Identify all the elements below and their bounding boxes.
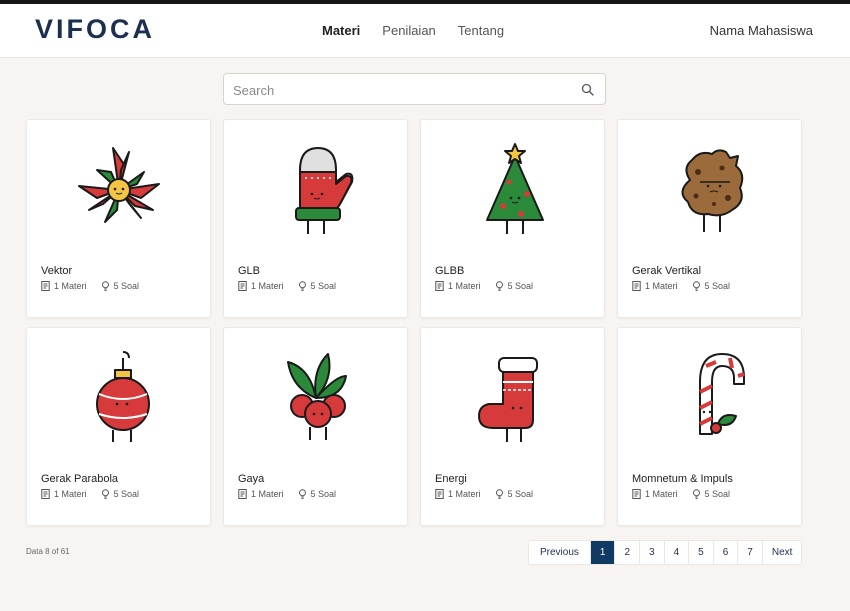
question-bulb-icon	[298, 489, 306, 499]
card-materi-count: 1 Materi	[645, 281, 678, 291]
document-icon	[435, 281, 444, 291]
user-name[interactable]: Nama Mahasiswa	[710, 23, 813, 38]
pagination-page-2[interactable]: 2	[614, 541, 639, 564]
card-meta: 1 Materi 5 Soal	[41, 281, 139, 291]
course-card-energi[interactable]: Energi 1 Materi 5 Soal	[420, 327, 605, 526]
pagination-page-4[interactable]: 4	[663, 541, 689, 564]
pagination-page-5[interactable]: 5	[688, 541, 713, 564]
course-card-gerak-parabola[interactable]: Gerak Parabola 1 Materi 5 Soal	[26, 327, 211, 526]
card-soal-count: 5 Soal	[310, 281, 337, 291]
search-box	[223, 73, 606, 105]
card-soal-count: 5 Soal	[704, 489, 731, 499]
nav-penilaian[interactable]: Penilaian	[382, 23, 436, 38]
pagination-page-7[interactable]: 7	[737, 541, 762, 564]
course-card-gaya[interactable]: Gaya 1 Materi 5 Soal	[223, 327, 408, 526]
question-bulb-icon	[495, 281, 503, 291]
pagination: Previous 1 2 3 4 5 6 7 Next	[528, 540, 803, 565]
document-icon	[632, 489, 641, 499]
mitten-icon	[295, 147, 354, 234]
logo-text: VIFOCA	[35, 14, 155, 42]
pagination-page-3[interactable]: 3	[639, 541, 664, 564]
nav-tentang[interactable]: Tentang	[458, 23, 504, 38]
course-card-momentum-impuls[interactable]: Momnetum & Impuls 1 Materi 5 Soal	[617, 327, 802, 526]
card-materi-count: 1 Materi	[251, 281, 284, 291]
poinsettia-icon	[78, 147, 160, 223]
search-icon[interactable]	[581, 83, 594, 96]
card-soal-count: 5 Soal	[507, 489, 534, 499]
card-materi-count: 1 Materi	[54, 281, 87, 291]
course-card-gerak-vertikal[interactable]: Gerak Vertikal 1 Materi 5 Soal	[617, 119, 802, 318]
card-title: Energi	[435, 473, 467, 485]
main-nav: Materi Penilaian Tentang	[322, 23, 504, 38]
card-meta: 1 Materi 5 Soal	[632, 281, 730, 291]
card-soal-count: 5 Soal	[113, 489, 140, 499]
card-title: Gaya	[238, 473, 265, 485]
holly-berries-icon	[287, 353, 347, 440]
nav-materi[interactable]: Materi	[322, 23, 360, 38]
question-bulb-icon	[298, 281, 306, 291]
card-soal-count: 5 Soal	[704, 281, 731, 291]
card-meta: 1 Materi 5 Soal	[435, 281, 533, 291]
card-meta: 1 Materi 5 Soal	[435, 489, 533, 499]
card-title: GLB	[238, 265, 261, 277]
search-input[interactable]	[233, 80, 563, 100]
question-bulb-icon	[692, 489, 700, 499]
question-bulb-icon	[692, 281, 700, 291]
document-icon	[41, 489, 50, 499]
card-soal-count: 5 Soal	[310, 489, 337, 499]
pagination-previous[interactable]: Previous	[529, 541, 590, 564]
card-title: Gerak Parabola	[41, 473, 119, 485]
document-icon	[238, 489, 247, 499]
card-meta: 1 Materi 5 Soal	[632, 489, 730, 499]
question-bulb-icon	[495, 489, 503, 499]
card-title: Gerak Vertikal	[632, 265, 702, 277]
card-meta: 1 Materi 5 Soal	[41, 489, 139, 499]
document-icon	[435, 489, 444, 499]
vifoca-logo[interactable]: VIFOCA	[35, 14, 165, 42]
navbar: VIFOCA Materi Penilaian Tentang Nama Mah…	[0, 4, 850, 58]
card-materi-count: 1 Materi	[251, 489, 284, 499]
stocking-icon	[478, 357, 538, 442]
card-soal-count: 5 Soal	[113, 281, 140, 291]
document-icon	[632, 281, 641, 291]
pagination-page-6[interactable]: 6	[712, 541, 738, 564]
document-icon	[41, 281, 50, 291]
course-card-glb[interactable]: GLB 1 Materi 5 Soal	[223, 119, 408, 318]
card-soal-count: 5 Soal	[507, 281, 534, 291]
data-count: Data 8 of 61	[26, 547, 70, 556]
christmas-tree-icon	[486, 143, 544, 234]
ornament-icon	[96, 351, 150, 442]
card-title: GLBB	[435, 265, 465, 277]
cookie-icon	[681, 149, 744, 232]
question-bulb-icon	[101, 281, 109, 291]
card-title: Vektor	[41, 265, 73, 277]
card-materi-count: 1 Materi	[54, 489, 87, 499]
candy-cane-icon	[699, 353, 745, 435]
card-materi-count: 1 Materi	[448, 281, 481, 291]
question-bulb-icon	[101, 489, 109, 499]
card-materi-count: 1 Materi	[448, 489, 481, 499]
pagination-next[interactable]: Next	[761, 541, 802, 564]
pagination-page-1[interactable]: 1	[589, 541, 615, 564]
card-title: Momnetum & Impuls	[632, 473, 733, 485]
card-materi-count: 1 Materi	[645, 489, 678, 499]
course-card-glbb[interactable]: GLBB 1 Materi 5 Soal	[420, 119, 605, 318]
card-meta: 1 Materi 5 Soal	[238, 281, 336, 291]
course-card-vektor[interactable]: Vektor 1 Materi 5 Soal	[26, 119, 211, 318]
document-icon	[238, 281, 247, 291]
card-meta: 1 Materi 5 Soal	[238, 489, 336, 499]
